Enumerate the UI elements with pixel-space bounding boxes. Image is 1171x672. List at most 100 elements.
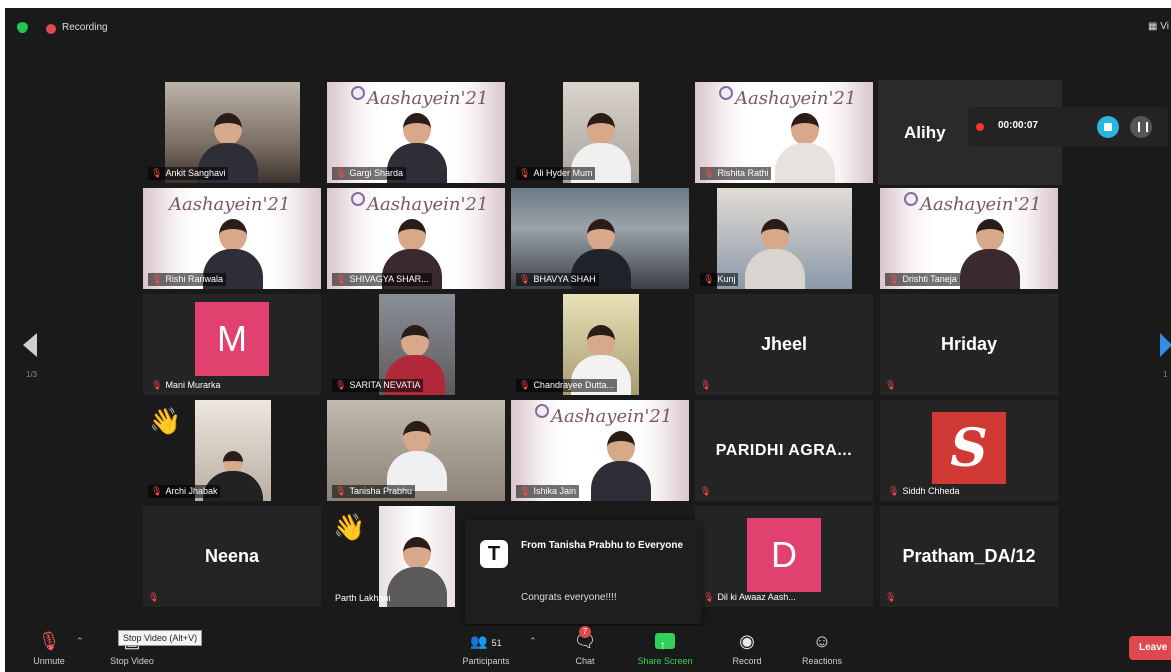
banner-text: Aashayein'21 (367, 194, 489, 215)
participants-button[interactable]: 👥 51 Participants (450, 628, 522, 666)
banner-logo-icon (719, 86, 733, 100)
muted-mic-icon: 🎙 (519, 168, 531, 178)
muted-mic-icon: 🎙 (888, 274, 900, 284)
participant-name: 🎙 Dil ki Awaaz Aash... (703, 592, 796, 602)
page-indicator: 1/3 (26, 370, 38, 379)
participant-name: 🎙 Rishita Rathi (700, 167, 772, 180)
participant-video (591, 431, 651, 501)
participants-label: Participants (462, 656, 510, 666)
participant-name: 🎙 Tanisha Prabhu (332, 485, 415, 498)
participant-name: Jheel (760, 334, 808, 354)
participant-name: Hriday (940, 334, 998, 354)
participant-name: 🎙 Mani Murarka (151, 380, 221, 390)
chat-button[interactable]: 🗨 7 Chat (565, 626, 605, 666)
muted-mic-icon: 🎙 (700, 486, 712, 496)
recording-label: Recording (62, 22, 108, 33)
banner-logo-icon (351, 192, 365, 206)
participant-name: Parth Lakhani (335, 593, 391, 603)
video-tile[interactable]: Jheel 🎙 (695, 294, 873, 395)
video-tile[interactable]: M 🎙 Mani Murarka (143, 294, 321, 395)
banner-text: Aashayein'21 (920, 194, 1042, 215)
participant-name: 🎙 Ankit Sanghavi (148, 167, 229, 180)
page-indicator-right: 1 (1163, 370, 1168, 379)
video-tile[interactable]: 🎙 BHAVYA SHAH (511, 188, 689, 289)
video-tile[interactable]: 🎙 SARITA NEVATIA (327, 294, 505, 395)
muted-mic-icon: 🎙 (703, 168, 715, 178)
participants-icon: 👥 51 (470, 633, 502, 649)
recording-controls: 00:00:07 (968, 107, 1168, 147)
participants-count: 51 (491, 638, 502, 648)
chat-icon: 🗨 7 (573, 626, 597, 651)
muted-mic-icon: 🎙 (703, 274, 715, 284)
banner-logo-icon (904, 192, 918, 206)
video-tile[interactable]: 🎙 Kunj (695, 188, 873, 289)
security-shield-icon[interactable] (17, 22, 28, 33)
participant-video (960, 219, 1020, 289)
muted-mic-icon: 🎙 (703, 592, 715, 602)
video-tile[interactable]: 🎙 Ankit Sanghavi (143, 82, 321, 183)
recording-dot-icon (46, 24, 56, 34)
reactions-icon: ☺ (812, 631, 832, 651)
banner-logo-icon (351, 86, 365, 100)
muted-mic-icon: 🎙 (148, 592, 160, 602)
chat-label: Chat (575, 656, 595, 666)
video-tile[interactable]: 👋 🎙 Archi Jhabak (143, 400, 321, 501)
muted-mic-icon: 🎙 (335, 168, 347, 178)
stop-video-tooltip: Stop Video (Alt+V) (118, 630, 203, 646)
avatar: M (195, 302, 269, 376)
banner-text: Aashayein'21 (551, 406, 673, 427)
avatar: D (747, 518, 821, 592)
muted-mic-icon: 🎙 (700, 380, 712, 390)
participant-name: 🎙 Kunj (700, 273, 739, 286)
video-tile[interactable]: Aashayein'21 🎙 Drishti Taneja (880, 188, 1058, 289)
participant-name: 🎙 Rishi Rariwala (148, 273, 226, 286)
share-screen-button[interactable]: Share Screen (627, 628, 703, 666)
top-bar: Recording ▦ Vi (5, 8, 1171, 48)
muted-mic-icon: 🎙 (519, 274, 531, 284)
stop-recording-icon[interactable] (1097, 116, 1119, 138)
unmute-button[interactable]: 🎙 Unmute (27, 628, 71, 666)
banner-text: Aashayein'21 (169, 194, 291, 215)
video-tile[interactable]: Aashayein'21 🎙 Ishika Jain (511, 400, 689, 501)
chat-sender: From Tanisha Prabhu to Everyone (521, 540, 684, 551)
video-tile[interactable]: Aashayein'21 🎙 SHIVAGYA SHAR... (327, 188, 505, 289)
reactions-label: Reactions (801, 656, 843, 666)
video-tile[interactable]: Aashayein'21 🎙 Rishi Rariwala (143, 188, 321, 289)
leave-button[interactable]: Leave (1129, 636, 1171, 660)
participant-video (387, 537, 447, 607)
video-tile[interactable]: Pratham_DA/12 🎙 (880, 506, 1058, 607)
muted-mic-icon: 🎙 (335, 274, 347, 284)
muted-mic-icon: 🎙 (151, 380, 163, 390)
video-tile[interactable]: 🎙 Ali Hyder Mum (511, 82, 689, 183)
video-tile[interactable]: 🎙 Tanisha Prabhu (327, 400, 505, 501)
chat-message: Congrats everyone!!!! (521, 592, 617, 603)
participant-video (775, 113, 835, 183)
previous-page-arrow-icon[interactable] (23, 333, 37, 357)
video-tile[interactable]: D 🎙 Dil ki Awaaz Aash... (695, 506, 873, 607)
stop-video-label: Stop Video (110, 656, 154, 666)
sender-avatar: T (480, 540, 508, 568)
video-tile[interactable]: PARIDHI AGRA... 🎙 (695, 400, 873, 501)
participant-name: 🎙 Chandrayee Dutta... (516, 379, 617, 392)
video-tile[interactable]: Hriday 🎙 (880, 294, 1058, 395)
reactions-button[interactable]: ☺ Reactions (793, 628, 851, 666)
chat-notification[interactable]: T From Tanisha Prabhu to Everyone Congra… (465, 520, 701, 624)
muted-mic-icon: 🎙 (151, 274, 163, 284)
video-tile[interactable]: Aashayein'21 🎙 Gargi Sharda (327, 82, 505, 183)
pause-recording-icon[interactable] (1130, 116, 1152, 138)
video-tile[interactable]: 🎙 Chandrayee Dutta... (511, 294, 689, 395)
muted-mic-icon: 🎙 (37, 631, 61, 651)
participant-name: 🎙 Siddh Chheda (888, 486, 960, 496)
participant-video (745, 219, 805, 289)
video-tile[interactable]: Aashayein'21 🎙 Rishita Rathi (695, 82, 873, 183)
next-page-arrow-icon[interactable] (1160, 333, 1171, 357)
view-button[interactable]: ▦ Vi (1148, 21, 1169, 32)
muted-mic-icon: 🎙 (519, 380, 531, 390)
video-tile[interactable]: S 🎙 Siddh Chheda (880, 400, 1058, 501)
muted-mic-icon: 🎙 (151, 168, 163, 178)
participants-options-chevron-icon[interactable]: ⌃ (529, 636, 537, 647)
audio-options-chevron-icon[interactable]: ⌃ (76, 636, 84, 647)
video-tile[interactable]: Neena 🎙 (143, 506, 321, 607)
record-icon: ◉ (739, 631, 755, 651)
record-button[interactable]: ◉ Record (725, 628, 769, 666)
